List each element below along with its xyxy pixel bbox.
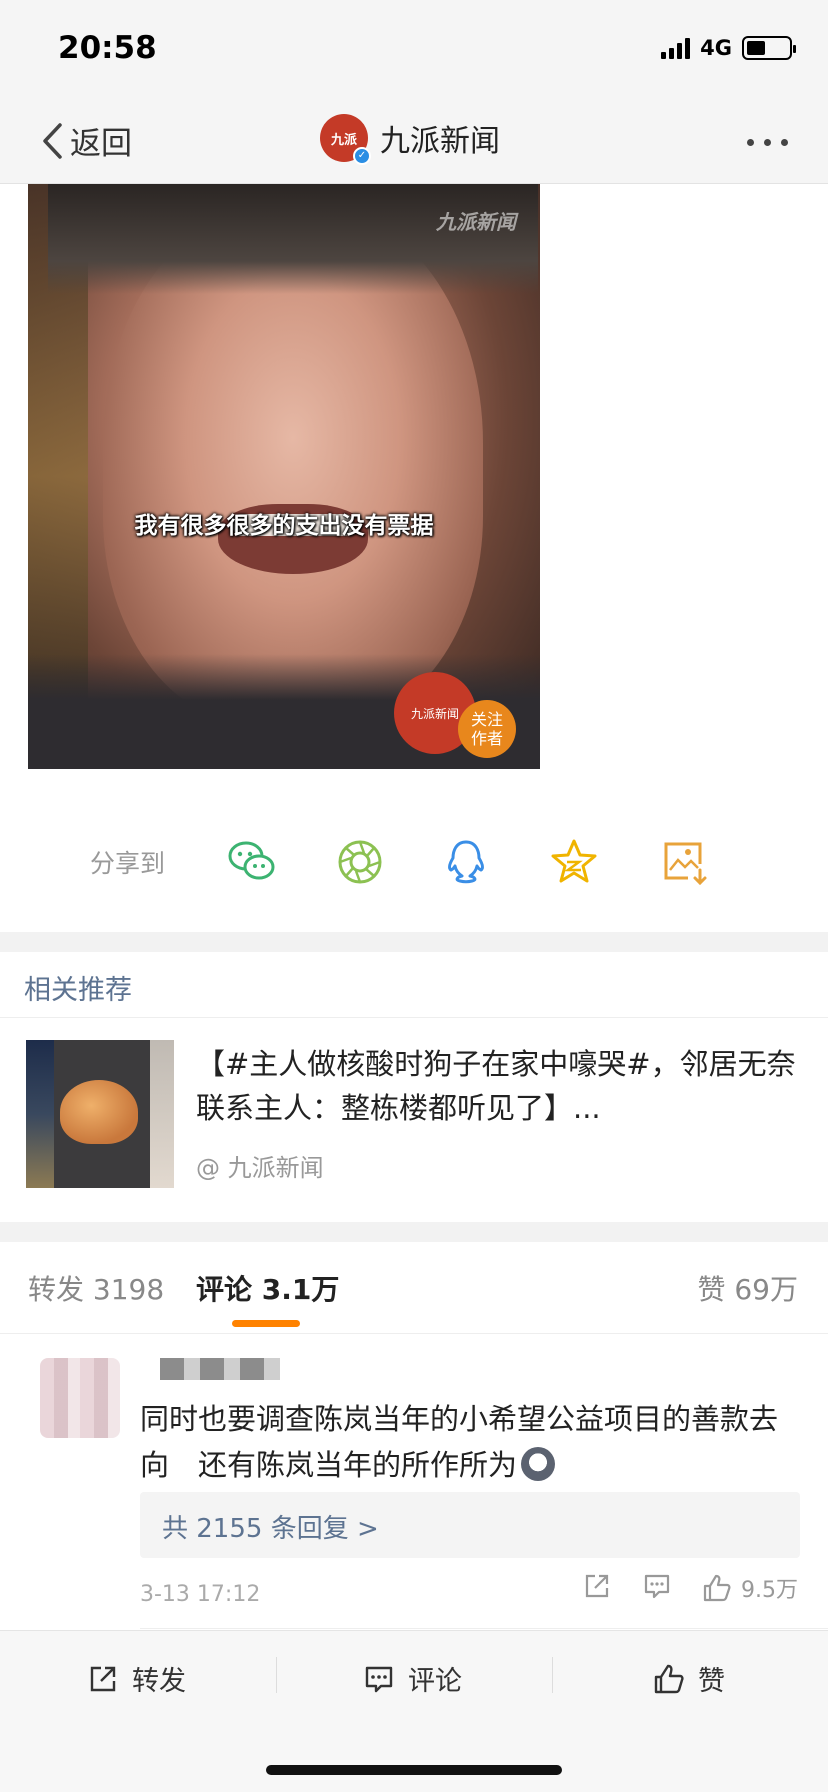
logo-text: 九派 <box>330 132 357 148</box>
related-header: 相关推荐 <box>0 952 828 1018</box>
divider <box>552 1657 553 1693</box>
verified-icon: ✓ <box>353 147 371 165</box>
back-label: 返回 <box>70 126 132 162</box>
account-avatar[interactable]: 九派 ✓ <box>320 114 371 165</box>
status-bar: 20:58 4G <box>0 0 828 100</box>
page-title[interactable]: 九派新闻 <box>380 116 500 160</box>
comment-like-button[interactable]: 9.5万 <box>701 1572 798 1604</box>
signal-icon <box>661 37 691 59</box>
share-icon[interactable] <box>581 1570 613 1606</box>
section-separator <box>0 932 828 952</box>
like-label: 赞 <box>698 1666 725 1697</box>
dot-icon <box>764 138 771 146</box>
comment-username-blurred[interactable] <box>160 1358 280 1380</box>
status-indicators: 4G <box>661 36 796 60</box>
repost-icon <box>90 1666 116 1691</box>
status-time: 20:58 <box>58 30 157 66</box>
qq-icon[interactable] <box>440 836 492 888</box>
active-tab-indicator <box>232 1320 300 1327</box>
comment-text: 同时也要调查陈岚当年的小希望公益项目的善款去向 还有陈岚当年的所作所为 <box>140 1396 790 1488</box>
account-header[interactable]: 九派 ✓ 九派新闻 <box>320 114 500 165</box>
replies-box[interactable]: 共 2155 条回复 > <box>140 1492 800 1558</box>
dot-icon <box>781 138 788 146</box>
share-row: 分享到 <box>0 822 828 902</box>
view-replies-link[interactable]: 共 2155 条回复 > <box>162 1508 379 1545</box>
avatar[interactable] <box>40 1358 120 1438</box>
more-options-button[interactable] <box>747 122 788 162</box>
save-image-icon[interactable] <box>658 836 710 888</box>
related-source[interactable]: @ 九派新闻 <box>196 1148 324 1183</box>
home-indicator <box>266 1765 562 1775</box>
repost-button[interactable]: 转发 <box>86 1659 186 1698</box>
back-button[interactable]: 返回 <box>40 118 132 163</box>
dot-icon <box>747 138 754 146</box>
comment-button[interactable]: 评论 <box>362 1659 462 1698</box>
like-button[interactable]: 赞 <box>652 1659 725 1698</box>
repost-label: 转发 <box>132 1666 186 1697</box>
tab-comment[interactable]: 评论 3.1万 <box>196 1268 339 1308</box>
divider <box>276 1657 277 1693</box>
wechat-icon[interactable] <box>226 836 278 888</box>
qzone-icon[interactable] <box>548 836 600 888</box>
related-thumbnail[interactable] <box>26 1040 174 1188</box>
video-watermark: 九派新闻 <box>436 210 516 234</box>
comment-item: 同时也要调查陈岚当年的小希望公益项目的善款去向 还有陈岚当年的所作所为 共 21… <box>0 1334 828 1630</box>
section-separator <box>0 1222 828 1242</box>
comment-timestamp: 3-13 17:12 <box>140 1582 261 1607</box>
chevron-left-icon <box>43 122 62 159</box>
network-type: 4G <box>700 36 732 60</box>
comment-icon <box>365 1666 393 1692</box>
thumbnail-night-strip <box>26 1040 54 1188</box>
comment-actions: 9.5万 <box>581 1570 798 1606</box>
comment-icon[interactable] <box>641 1570 673 1606</box>
tab-repost[interactable]: 转发 3198 <box>28 1268 164 1308</box>
video-player[interactable]: 九派新闻 我有很多很多的支出没有票据 九派新闻 关注作者 <box>28 184 540 769</box>
husky-emoji-icon <box>521 1447 556 1481</box>
moments-icon[interactable] <box>334 836 386 888</box>
thumbnail-dog <box>60 1080 138 1144</box>
thumbnail-right-strip <box>150 1040 174 1188</box>
tab-like[interactable]: 赞 69万 <box>697 1268 798 1308</box>
thumbs-up-icon <box>654 1664 684 1693</box>
follow-author-button[interactable]: 关注作者 <box>458 700 516 758</box>
divider <box>140 1628 828 1629</box>
video-hair <box>48 184 538 294</box>
related-title: 相关推荐 <box>24 975 132 1006</box>
nav-bar: 返回 九派 ✓ 九派新闻 <box>0 100 828 184</box>
battery-icon <box>742 36 796 60</box>
thumbs-up-icon <box>703 1574 731 1602</box>
video-subtitle: 我有很多很多的支出没有票据 <box>134 513 434 539</box>
comment-body: 同时也要调查陈岚当年的小希望公益项目的善款去向 还有陈岚当年的所作所为 <box>140 1402 779 1482</box>
comment-label: 评论 <box>408 1666 462 1697</box>
related-headline[interactable]: 【#主人做核酸时狗子在家中嚎哭#，邻居无奈联系主人：整栋楼都听见了】... <box>196 1042 796 1130</box>
engagement-tabs: 转发 3198 评论 3.1万 赞 69万 <box>0 1242 828 1334</box>
comment-like-count: 9.5万 <box>741 1578 798 1603</box>
share-label: 分享到 <box>90 849 166 878</box>
related-item[interactable]: 【#主人做核酸时狗子在家中嚎哭#，邻居无奈联系主人：整栋楼都听见了】... @ … <box>0 1018 828 1222</box>
